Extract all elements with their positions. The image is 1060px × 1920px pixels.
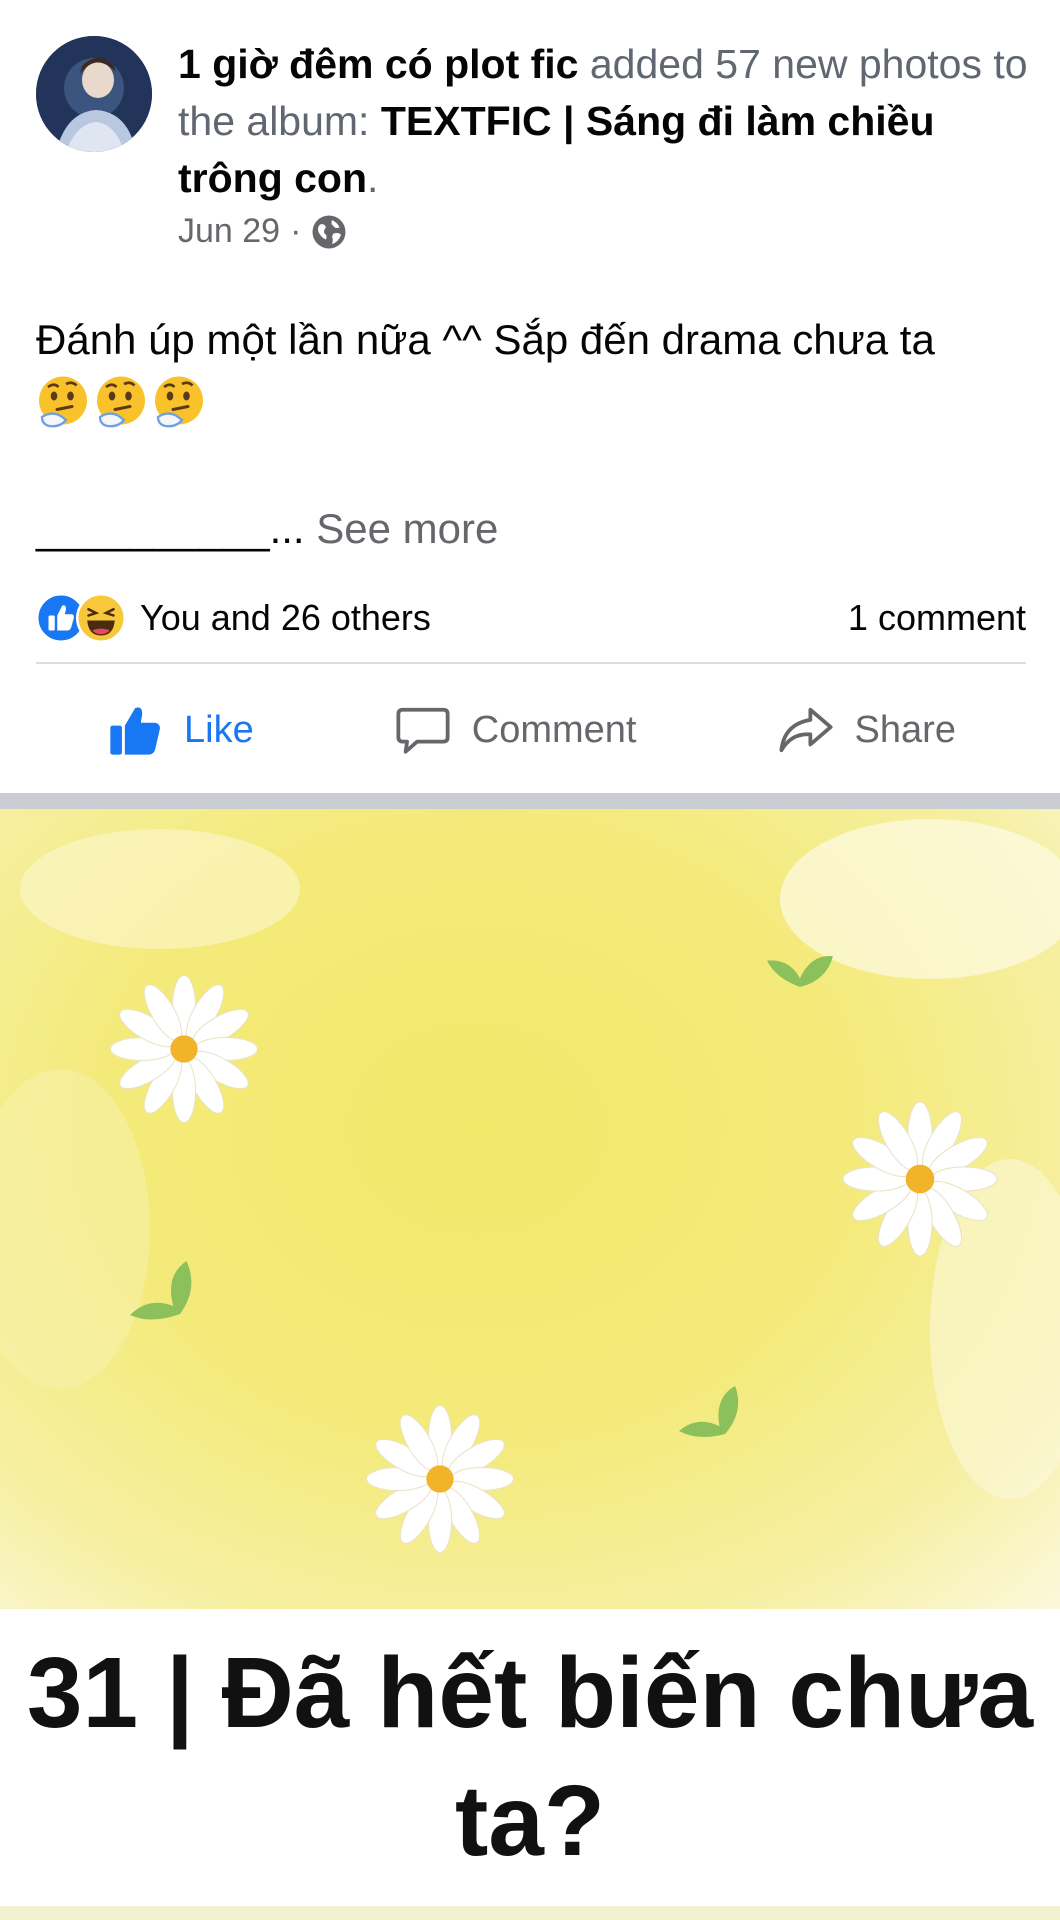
post-action-bar: Like Comment Share bbox=[36, 690, 1026, 770]
like-button[interactable]: Like bbox=[106, 701, 254, 759]
thinking-face-emoji bbox=[97, 376, 145, 428]
reaction-icons bbox=[36, 593, 126, 643]
post-emoji-row bbox=[36, 374, 1026, 430]
daisy-illustration bbox=[0, 819, 1060, 1554]
see-more-row: __________... See more bbox=[36, 505, 498, 553]
reaction-summary[interactable]: You and 26 others bbox=[36, 593, 431, 643]
truncated-line: __________... bbox=[36, 505, 305, 552]
share-label: Share bbox=[854, 708, 956, 751]
thumbs-up-icon bbox=[110, 707, 160, 755]
post-header: 1 giờ đêm có plot fic added 57 new photo… bbox=[36, 36, 1028, 266]
comment-count[interactable]: 1 comment bbox=[848, 597, 1026, 639]
comment-button[interactable]: Comment bbox=[394, 701, 637, 759]
share-button[interactable]: Share bbox=[777, 701, 956, 759]
post-meta: Jun 29 · bbox=[178, 212, 347, 251]
avatar-image bbox=[36, 36, 152, 152]
author-avatar[interactable] bbox=[36, 36, 152, 152]
like-label: Like bbox=[184, 708, 254, 751]
author-name-link[interactable]: 1 giờ đêm có plot fic bbox=[178, 41, 578, 87]
see-more-link[interactable]: See more bbox=[305, 505, 498, 552]
reaction-summary-text: You and 26 others bbox=[140, 597, 431, 638]
post-date[interactable]: Jun 29 bbox=[178, 212, 280, 251]
photo-caption-card: 31 | Đã hết biến chưa ta? bbox=[0, 1609, 1060, 1909]
album-suffix: . bbox=[367, 155, 379, 201]
action-divider bbox=[36, 662, 1026, 664]
reactions-row: You and 26 others 1 comment bbox=[36, 590, 1026, 646]
comment-icon bbox=[396, 707, 450, 754]
haha-reaction-icon bbox=[76, 593, 126, 643]
comment-label: Comment bbox=[471, 708, 637, 751]
feed-separator bbox=[0, 793, 1060, 809]
meta-separator: · bbox=[290, 212, 302, 250]
share-arrow-icon bbox=[779, 707, 833, 753]
post-header-text: 1 giờ đêm có plot fic added 57 new photo… bbox=[178, 36, 1038, 207]
thinking-face-emoji bbox=[155, 376, 203, 428]
thinking-face-emoji bbox=[39, 376, 87, 428]
photo-caption: 31 | Đã hết biến chưa ta? bbox=[26, 1637, 1034, 1877]
post-body: Đánh úp một lần nữa ^^ Sắp đến drama chư… bbox=[36, 312, 1026, 430]
post-body-text: Đánh úp một lần nữa ^^ Sắp đến drama chư… bbox=[36, 316, 935, 363]
next-photo-strip bbox=[0, 1906, 1060, 1920]
album-photo[interactable] bbox=[0, 809, 1060, 1609]
globe-icon[interactable] bbox=[311, 214, 347, 250]
